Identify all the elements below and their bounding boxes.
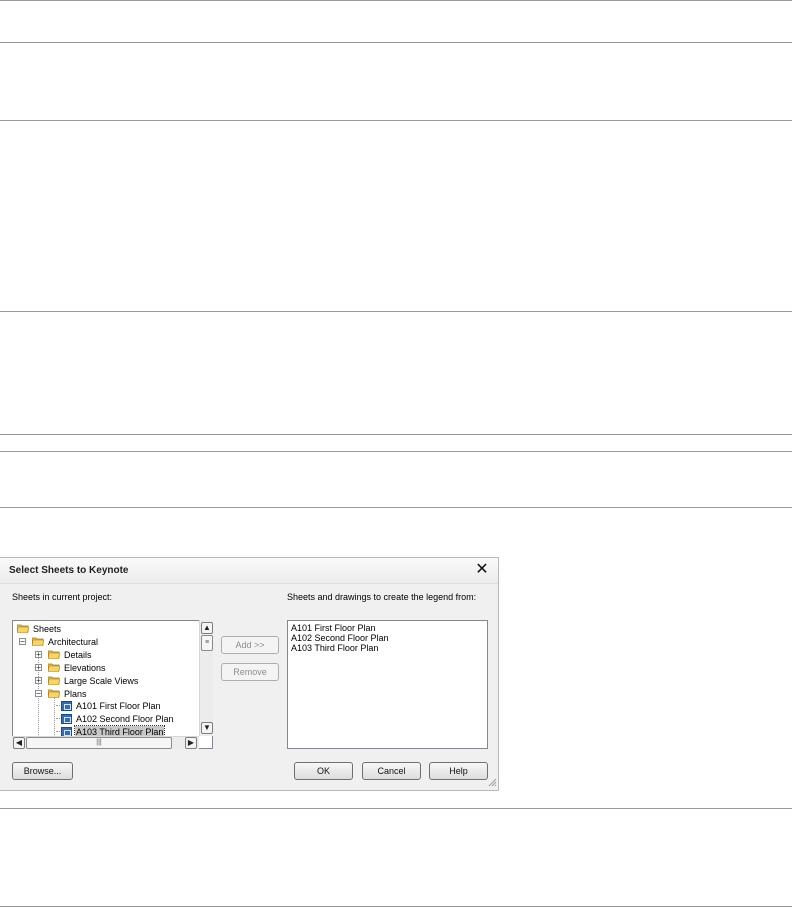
scroll-up-icon[interactable]: ▲ [201, 622, 213, 634]
folder-icon [48, 663, 60, 672]
scroll-thumb[interactable]: ||| [26, 737, 172, 749]
sheet-icon [61, 714, 72, 724]
resize-grip-icon[interactable] [487, 777, 497, 787]
tree-item-plans[interactable]: − Plans [32, 688, 182, 700]
folder-icon [48, 650, 60, 659]
rule-line [0, 906, 792, 907]
add-button[interactable]: Add >> [221, 636, 279, 654]
collapse-icon[interactable]: − [35, 690, 42, 698]
tree-label-a102: A102 Second Floor Plan [76, 714, 174, 724]
tree-item-architectural[interactable]: − Architectural [16, 636, 166, 648]
help-button[interactable]: Help [429, 762, 488, 780]
rule-line [0, 808, 792, 809]
close-icon[interactable]: ✕ [473, 561, 491, 579]
rule-line [0, 311, 792, 312]
folder-icon [48, 689, 60, 698]
cancel-button[interactable]: Cancel [362, 762, 421, 780]
tree-label-details: Details [64, 650, 92, 660]
rule-line [0, 42, 792, 43]
tree-item-elevations[interactable]: + Elevations [32, 662, 182, 674]
tree-item-details[interactable]: + Details [32, 649, 182, 661]
rule-line [0, 120, 792, 121]
sheets-in-project-label: Sheets in current project: [12, 592, 113, 602]
tree-vertical-scrollbar[interactable]: ▲ ≡ ▼ [199, 620, 213, 736]
remove-button[interactable]: Remove [221, 663, 279, 681]
scroll-down-icon[interactable]: ▼ [201, 722, 213, 734]
legend-sheets-label: Sheets and drawings to create the legend… [287, 592, 477, 602]
rule-line [0, 434, 792, 435]
tree-label-large-scale-views: Large Scale Views [64, 676, 139, 686]
dialog-titlebar: Select Sheets to Keynote ✕ [0, 558, 498, 584]
scroll-thumb[interactable]: ≡ [201, 635, 213, 651]
tree-item-a102[interactable]: A102 Second Floor Plan [61, 713, 211, 725]
folder-icon [32, 637, 44, 646]
list-item[interactable]: A101 First Floor Plan [291, 623, 376, 633]
tree-item-large-scale-views[interactable]: + Large Scale Views [32, 675, 202, 687]
sheets-tree[interactable]: Sheets − Architectural + Details + Eleva… [12, 620, 213, 749]
collapse-icon[interactable]: − [19, 638, 26, 646]
ok-button[interactable]: OK [294, 762, 353, 780]
sheet-icon [61, 701, 72, 711]
tree-horizontal-scrollbar[interactable]: ◀ ||| ▶ [12, 736, 199, 749]
tree-label-plans: Plans [64, 689, 87, 699]
folder-icon [17, 624, 29, 633]
list-item[interactable]: A103 Third Floor Plan [291, 643, 378, 653]
legend-sheets-list[interactable]: A101 First Floor Plan A102 Second Floor … [287, 620, 488, 749]
tree-label-elevations: Elevations [64, 663, 106, 673]
expand-icon[interactable]: + [35, 651, 42, 659]
scroll-right-icon[interactable]: ▶ [185, 737, 197, 749]
rule-line [0, 507, 792, 508]
rule-line [0, 0, 792, 1]
expand-icon[interactable]: + [35, 677, 42, 685]
tree-label-sheets: Sheets [33, 624, 62, 634]
folder-icon [48, 676, 60, 685]
expand-icon[interactable]: + [35, 664, 42, 672]
tree-item-sheets[interactable]: Sheets [17, 623, 117, 635]
rule-line [0, 451, 792, 452]
tree-label-architectural: Architectural [48, 637, 99, 647]
list-item[interactable]: A102 Second Floor Plan [291, 633, 389, 643]
tree-item-a101[interactable]: A101 First Floor Plan [61, 700, 211, 712]
tree-label-a101: A101 First Floor Plan [76, 701, 161, 711]
dialog-title: Select Sheets to Keynote [9, 565, 129, 576]
browse-button[interactable]: Browse... [12, 762, 73, 780]
scroll-left-icon[interactable]: ◀ [13, 737, 25, 749]
